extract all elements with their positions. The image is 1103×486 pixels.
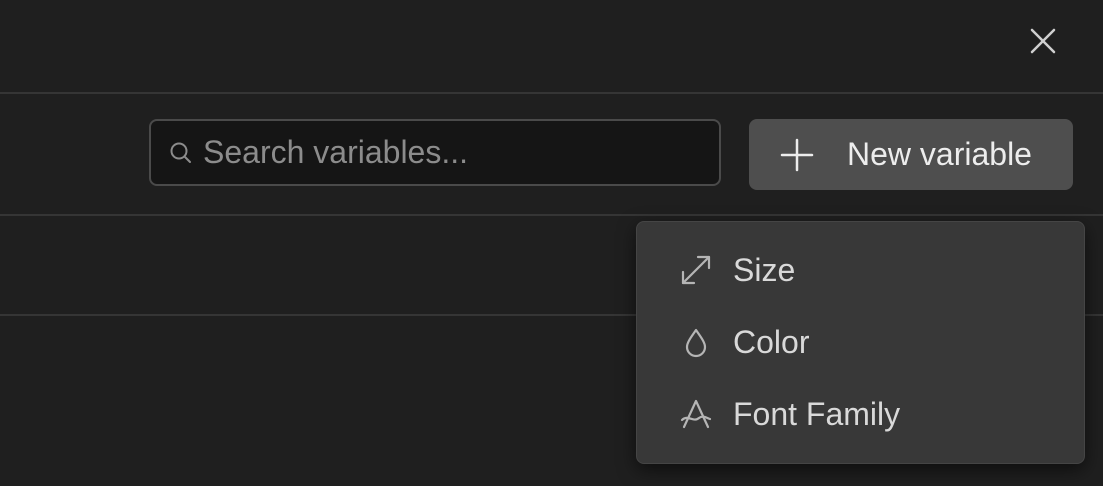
font-icon <box>678 396 714 432</box>
new-variable-button[interactable]: New variable <box>749 119 1073 190</box>
search-box[interactable] <box>149 119 721 186</box>
droplet-icon <box>678 324 714 360</box>
search-icon <box>167 139 195 167</box>
menu-item-font-family[interactable]: Font Family <box>637 378 1084 450</box>
menu-item-label: Size <box>733 251 796 288</box>
new-variable-label: New variable <box>847 136 1032 172</box>
plus-icon <box>779 137 815 173</box>
close-button[interactable] <box>1022 20 1064 62</box>
menu-item-label: Font Family <box>733 395 901 432</box>
header-divider <box>0 92 1103 94</box>
resize-diagonal-icon <box>678 252 714 288</box>
menu-item-size[interactable]: Size <box>637 234 1084 306</box>
menu-item-color[interactable]: Color <box>637 306 1084 378</box>
close-icon <box>1030 28 1056 54</box>
toolbar-divider <box>0 214 1103 216</box>
menu-item-label: Color <box>733 323 810 360</box>
search-input[interactable] <box>195 121 719 184</box>
variable-type-menu: Size Color Font Family <box>636 221 1085 464</box>
